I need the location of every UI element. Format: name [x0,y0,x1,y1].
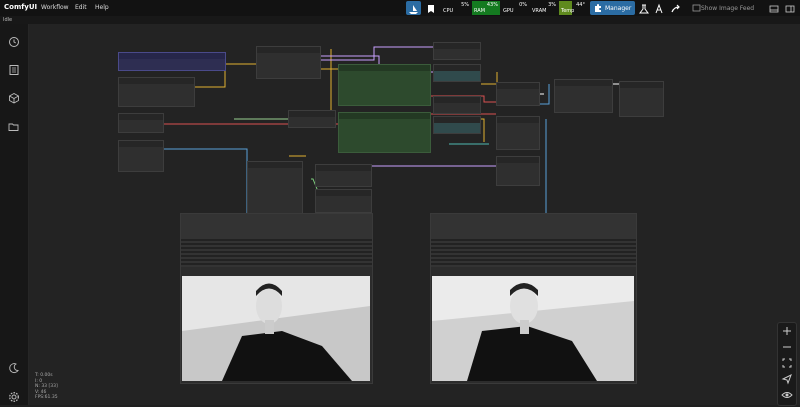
app-logo: ComfyUI [4,3,38,11]
panel-icon [769,5,779,13]
share-arrow-icon [671,4,680,13]
expand-icon [782,358,792,368]
fit-view-button[interactable] [781,357,793,369]
cube-icon [9,92,19,104]
node-checkpoint-loader[interactable] [118,52,226,71]
node-preview-image-b[interactable] [430,213,637,384]
eye-icon [781,392,793,398]
settings-button[interactable] [8,388,20,402]
history-icon [9,37,19,47]
queue-button[interactable] [406,1,421,15]
graph-canvas[interactable] [29,24,800,405]
node-image-scale[interactable] [496,116,540,150]
node-detailer[interactable] [619,81,664,117]
node-flux-guidance[interactable] [554,79,613,113]
preview-photo-a [182,276,370,381]
left-sidebar [0,24,29,405]
panel-right-toggle[interactable] [784,1,796,15]
node-preview-image-a[interactable] [180,213,373,384]
list-icon [9,65,19,75]
node-image-save[interactable] [496,156,540,186]
node-negative-prompt[interactable] [338,112,431,153]
manager-button[interactable]: Manager [590,1,635,15]
queue-status-row: Idle [0,16,800,24]
cpu-meter: 5% CPU [443,2,469,14]
cursor-arrow-icon [781,373,792,385]
ram-meter: 43% RAM [472,1,500,15]
folder-open-icon [8,123,19,131]
sidebar-node-library-button[interactable] [8,61,20,75]
select-mode-button[interactable] [781,373,793,385]
node-ksampler[interactable] [247,161,303,214]
node-conditioning-a[interactable] [433,64,481,82]
bookmark-button[interactable] [424,1,438,15]
node-string-a[interactable] [433,42,481,60]
menu-edit[interactable]: Edit [75,4,87,11]
node-vae-loader[interactable] [288,110,336,128]
node-seed[interactable] [118,113,164,133]
plus-icon [783,327,791,335]
sidebar-queue-button[interactable] [8,33,20,47]
vram-meter: 3% VRAM [532,2,556,14]
preview-photo-b [432,276,634,381]
zoom-in-button[interactable] [781,325,793,337]
puzzle-icon [595,4,601,12]
portrait-image [432,276,634,381]
queue-status: Idle [3,17,13,23]
node-vae-decode[interactable] [315,189,372,213]
gear-icon [9,392,19,402]
translate-button[interactable] [653,1,667,15]
node-clip-text-encode[interactable] [256,46,321,79]
canvas-controls [777,322,797,406]
bookmark-icon [428,5,434,13]
moon-icon [9,363,19,374]
translate-icon [655,3,663,14]
theme-toggle-button[interactable] [8,359,20,374]
node-model-sampling[interactable] [496,82,540,106]
share-button[interactable] [669,1,683,15]
zoom-out-button[interactable] [781,341,793,353]
sidebar-panel-icon [785,5,795,13]
top-menu-bar: ComfyUI Workflow Edit Help 5% CPU 43% RA… [0,0,800,17]
sidebar-model-library-button[interactable] [8,89,20,104]
node-string-b[interactable] [433,96,481,114]
minus-icon [783,346,791,348]
flask-icon [639,4,649,14]
toggle-links-button[interactable] [781,389,793,401]
gpu-meter: 0% GPU [503,2,527,14]
show-image-feed-button[interactable]: Show Image Feed [690,1,760,15]
node-lora-loader[interactable] [118,77,195,107]
ship-icon [409,5,418,14]
node-upscale-model[interactable] [315,164,372,187]
panel-bottom-toggle[interactable] [768,1,780,15]
menu-help[interactable]: Help [95,4,109,11]
portrait-image [182,276,370,381]
image-icon [692,4,701,12]
node-positive-prompt[interactable] [338,64,431,106]
render-stats: T: 0.00s I: 0 N: 33 [33] V: 46 FPS:61.35 [35,373,58,400]
node-conditioning-b[interactable] [433,116,481,134]
model-button[interactable] [637,1,651,15]
sidebar-workflows-button[interactable] [8,118,20,131]
temp-meter: 44° Temp [559,1,585,15]
menu-workflow[interactable]: Workflow [41,4,69,11]
node-latent-image[interactable] [118,140,164,172]
